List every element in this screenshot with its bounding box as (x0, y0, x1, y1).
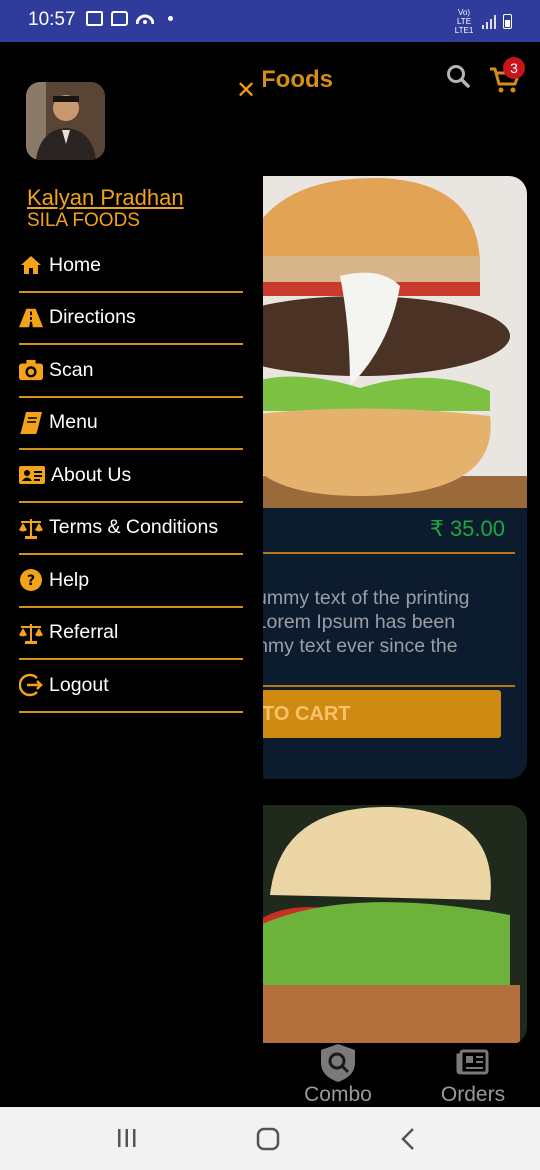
menu-item-help[interactable]: ? Help (19, 555, 243, 608)
avatar[interactable] (26, 82, 105, 160)
more-notifications-dot (168, 15, 173, 21)
menu-item-label: Scan (49, 358, 94, 381)
battery-icon (503, 14, 512, 29)
product-description: y dummy text of the printing ry. Lorem I… (230, 586, 511, 658)
status-bar: 10:57 Vo) LTE LTE1 (0, 0, 540, 42)
user-name[interactable]: Kalyan Pradhan (27, 185, 184, 211)
shield-icon (321, 1044, 355, 1082)
status-time: 10:57 (28, 9, 76, 30)
camera-icon (19, 359, 43, 381)
menu-item-about-us[interactable]: About Us (19, 450, 243, 503)
search-icon[interactable] (446, 64, 470, 88)
svg-text:?: ? (27, 573, 35, 589)
message-icon (111, 10, 128, 26)
drawer-menu: Home Directions Scan Menu About Us Terms… (19, 240, 243, 713)
system-status: Vo) LTE LTE1 (453, 8, 512, 35)
nav-combo-label: Combo (304, 1083, 372, 1106)
description-line: ry. Lorem Ipsum has been (230, 611, 456, 633)
company-name: SILA FOODS (27, 210, 140, 231)
home-nav-icon[interactable] (256, 1127, 280, 1151)
menu-item-referral[interactable]: Referral (19, 608, 243, 660)
navigation-drawer: Kalyan Pradhan SILA FOODS Home Direction… (0, 42, 263, 1107)
book-icon (19, 411, 43, 434)
notification-icons (86, 10, 173, 26)
cart-count-badge: 3 (503, 57, 525, 79)
recent-apps-icon[interactable] (116, 1127, 138, 1149)
description-line: y dummy text of the printing (230, 587, 470, 609)
nav-orders-label: Orders (440, 1083, 506, 1106)
menu-item-menu[interactable]: Menu (19, 398, 243, 450)
menu-item-label: Logout (49, 673, 109, 696)
system-navigation-bar (0, 1107, 540, 1170)
menu-item-label: Help (49, 568, 90, 591)
menu-item-label: Home (49, 253, 102, 276)
id-card-icon (19, 464, 45, 486)
menu-item-logout[interactable]: Logout (19, 660, 243, 713)
back-icon[interactable] (399, 1127, 417, 1151)
signal-icon (482, 14, 496, 29)
logout-icon (19, 674, 43, 697)
product-price: ₹ 35.00 (429, 516, 505, 541)
gallery-icon (86, 10, 103, 26)
network-label: Vo) LTE LTE1 (454, 8, 474, 35)
road-icon (19, 307, 43, 329)
balance-scale-icon (19, 622, 43, 644)
app-notification-icon (136, 14, 154, 25)
question-circle-icon: ? (19, 569, 43, 592)
menu-item-directions[interactable]: Directions (19, 293, 243, 345)
page-title: Foods (261, 66, 333, 93)
menu-item-scan[interactable]: Scan (19, 345, 243, 398)
nav-combo[interactable]: Combo (296, 1043, 380, 1107)
menu-item-terms[interactable]: Terms & Conditions (19, 503, 243, 555)
menu-item-label: About Us (51, 463, 132, 486)
menu-item-label: Terms & Conditions (49, 516, 219, 539)
close-drawer-icon[interactable]: ✕ (236, 76, 256, 105)
home-icon (19, 254, 43, 276)
nav-orders[interactable]: Orders (432, 1043, 514, 1107)
menu-item-label: Referral (49, 621, 119, 644)
description-line: dummy text ever since the (230, 635, 458, 657)
menu-item-label: Menu (49, 411, 98, 434)
menu-item-label: Directions (49, 306, 136, 329)
newspaper-icon (456, 1049, 489, 1075)
menu-item-home[interactable]: Home (19, 240, 243, 293)
balance-scale-icon (19, 517, 43, 539)
